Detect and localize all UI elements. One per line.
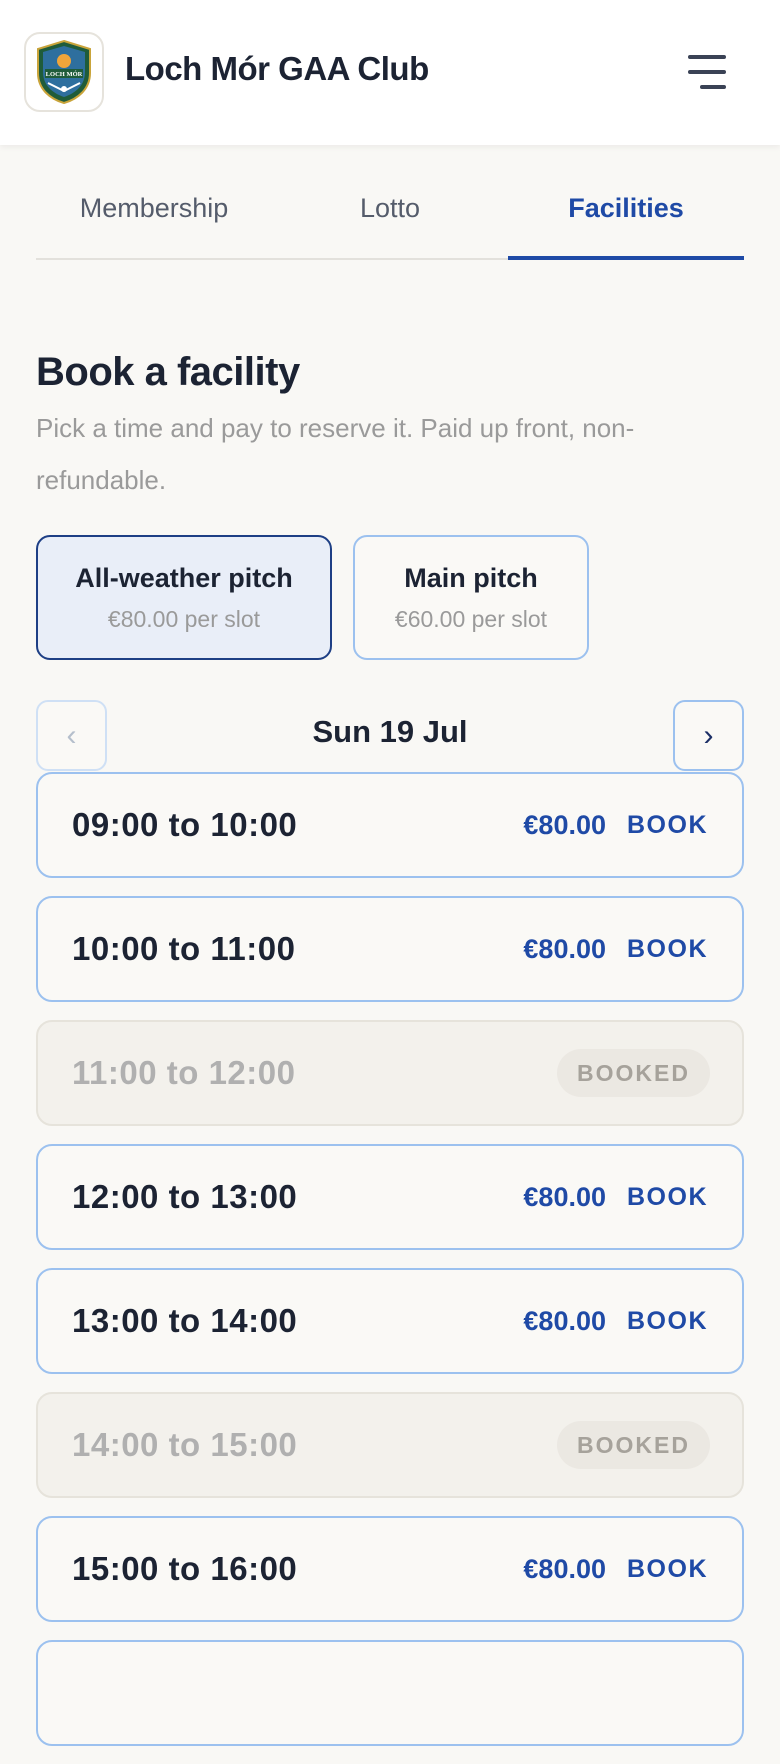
- tab-bar: Membership Lotto Facilities: [36, 175, 744, 260]
- time-slot-booked: 11:00 to 12:00 BOOKED: [36, 1020, 744, 1126]
- slot-price: €80.00: [523, 810, 606, 840]
- tab-membership[interactable]: Membership: [36, 175, 272, 258]
- time-slot[interactable]: 12:00 to 13:00 €80.00 BOOK: [36, 1144, 744, 1250]
- app-header: LOCH MÓR Loch Mór GAA Club: [0, 0, 780, 145]
- logo-text: LOCH MÓR: [46, 70, 83, 78]
- club-logo[interactable]: LOCH MÓR: [24, 32, 104, 112]
- hamburger-menu-icon[interactable]: [680, 48, 736, 96]
- page-subtitle: Pick a time and pay to reserve it. Paid …: [36, 413, 635, 495]
- slot-time: 10:00 to 11:00: [72, 930, 296, 967]
- time-slot-booked: 14:00 to 15:00 BOOKED: [36, 1392, 744, 1498]
- time-slot[interactable]: 13:00 to 14:00 €80.00 BOOK: [36, 1268, 744, 1374]
- slot-time: 13:00 to 14:00: [72, 1302, 298, 1339]
- selected-date: Sun 19 Jul: [312, 714, 468, 749]
- slot-time: 14:00 to 15:00: [72, 1426, 298, 1463]
- facility-option-main-pitch[interactable]: Main pitch €60.00 per slot: [353, 535, 589, 660]
- next-day-button[interactable]: ›: [673, 700, 744, 771]
- slot-time: 11:00 to 12:00: [72, 1054, 296, 1091]
- slot-price: €80.00: [523, 1554, 606, 1584]
- slot-price: €80.00: [523, 1306, 606, 1336]
- page-title: Book a facility: [36, 350, 300, 394]
- club-crest-icon: LOCH MÓR: [37, 39, 91, 105]
- slot-price: €80.00: [523, 934, 606, 964]
- date-navigator: ‹ Sun 19 Jul ›: [36, 700, 744, 772]
- book-button[interactable]: BOOK: [627, 1183, 708, 1212]
- time-slot-list: 09:00 to 10:00 €80.00 BOOK 10:00 to 11:0…: [36, 772, 744, 1764]
- tab-lotto[interactable]: Lotto: [272, 175, 508, 258]
- facility-price: €80.00 per slot: [107, 606, 261, 632]
- book-button[interactable]: BOOK: [627, 1555, 708, 1584]
- time-slot-partial[interactable]: [36, 1640, 744, 1746]
- book-button[interactable]: BOOK: [627, 935, 708, 964]
- facility-option-all-weather-pitch[interactable]: All-weather pitch €80.00 per slot: [36, 535, 332, 660]
- chevron-right-icon: ›: [703, 718, 714, 752]
- tab-facilities[interactable]: Facilities: [508, 175, 744, 260]
- time-slot[interactable]: 15:00 to 16:00 €80.00 BOOK: [36, 1516, 744, 1622]
- slot-price: €80.00: [523, 1182, 606, 1212]
- booked-badge: BOOKED: [557, 1421, 710, 1469]
- book-button[interactable]: BOOK: [627, 1307, 708, 1336]
- booked-badge: BOOKED: [557, 1049, 710, 1097]
- book-button[interactable]: BOOK: [627, 811, 708, 840]
- slot-time: 12:00 to 13:00: [72, 1178, 298, 1215]
- facility-name: Main pitch: [404, 563, 538, 593]
- time-slot[interactable]: 10:00 to 11:00 €80.00 BOOK: [36, 896, 744, 1002]
- slot-time: 09:00 to 10:00: [72, 806, 298, 843]
- time-slot[interactable]: 09:00 to 10:00 €80.00 BOOK: [36, 772, 744, 878]
- facility-price: €60.00 per slot: [394, 606, 548, 632]
- facility-name: All-weather pitch: [75, 563, 293, 593]
- slot-time: 15:00 to 16:00: [72, 1550, 298, 1587]
- club-name: Loch Mór GAA Club: [125, 50, 429, 87]
